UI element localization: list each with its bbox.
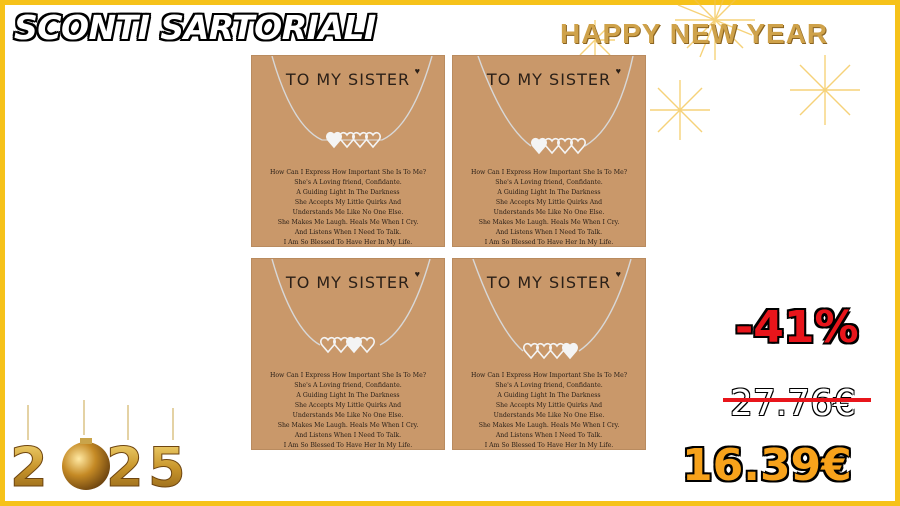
strikethrough-line xyxy=(723,398,871,402)
year-2025-decoration: 2 2 5 xyxy=(10,400,186,500)
new-price: 16.39€ xyxy=(682,440,852,491)
product-card: TO MY SISTER ♥ How Can I Express How Imp… xyxy=(452,55,646,247)
card-poem: How Can I Express How Important She Is T… xyxy=(269,372,427,449)
card-poem: How Can I Express How Important She Is T… xyxy=(269,169,427,246)
old-price: 27.76€ xyxy=(730,383,856,424)
ornament-ball xyxy=(62,442,110,490)
discount-badge: -41% xyxy=(735,302,859,353)
card-poem: How Can I Express How Important She Is T… xyxy=(470,169,628,246)
happy-new-year-text: HAPPY NEW YEAR xyxy=(560,18,829,49)
year-digit: 2 xyxy=(10,436,48,499)
product-card: TO MY SISTER ♥ How Can I Express How Imp… xyxy=(251,55,445,247)
product-card: TO MY SISTER ♥ How Can I Express How Imp… xyxy=(452,258,646,450)
banner-title: SCONTI SARTORIALI xyxy=(14,8,376,47)
year-digit: 5 xyxy=(148,436,186,499)
card-poem: How Can I Express How Important She Is T… xyxy=(470,372,628,449)
year-digit: 2 xyxy=(106,436,144,499)
product-card: TO MY SISTER ♥ How Can I Express How Imp… xyxy=(251,258,445,450)
